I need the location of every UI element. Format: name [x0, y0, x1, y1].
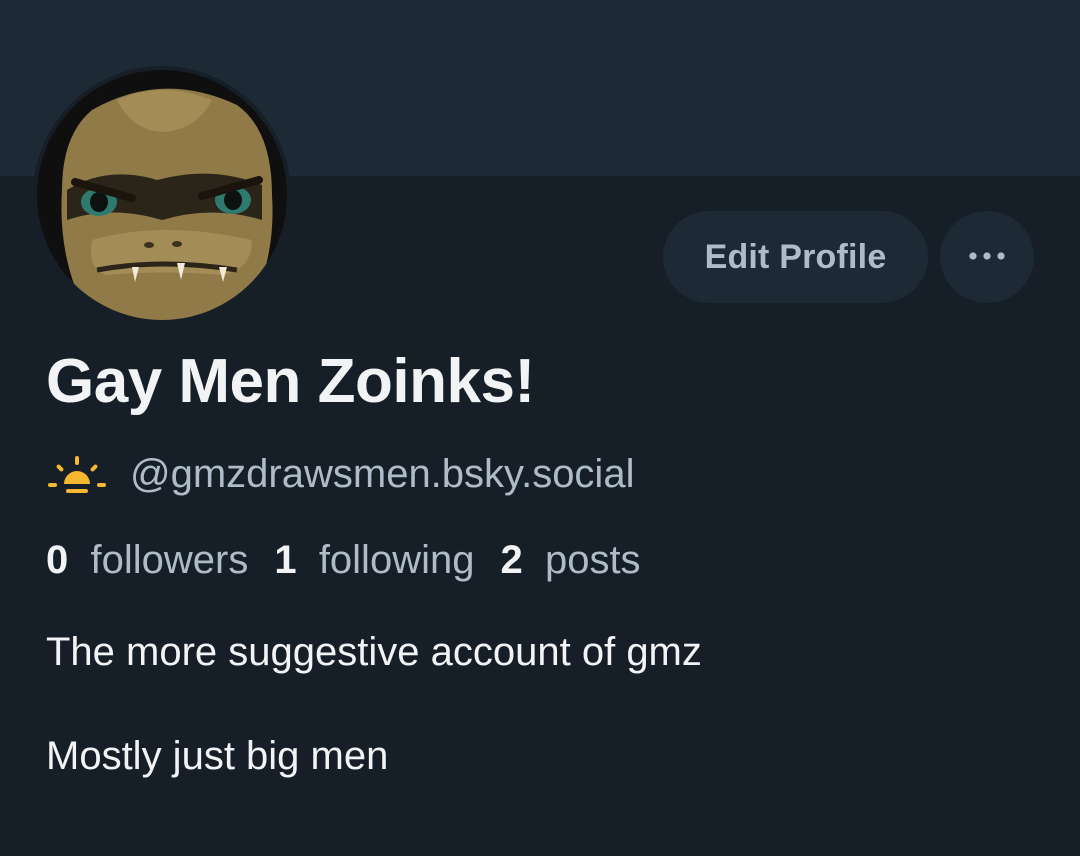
following-stat[interactable]: 1 following: [274, 538, 474, 583]
ellipsis-icon: [967, 248, 1007, 266]
avatar[interactable]: [33, 66, 291, 324]
edit-profile-button[interactable]: Edit Profile: [663, 211, 928, 303]
posts-label: posts: [544, 538, 641, 582]
posts-stat: 2 posts: [500, 538, 640, 583]
followers-label: followers: [90, 538, 249, 582]
following-label: following: [318, 538, 475, 582]
profile-stats: 0 followers 1 following 2 posts: [46, 538, 667, 583]
profile-handle[interactable]: @gmzdrawsmen.bsky.social: [130, 452, 634, 497]
display-name: Gay Men Zoinks!: [46, 347, 535, 416]
bio-line: The more suggestive account of gmz: [46, 630, 702, 674]
edit-profile-label: Edit Profile: [704, 237, 887, 276]
more-options-button[interactable]: [940, 211, 1034, 303]
followers-count: 0: [46, 538, 80, 582]
bio-line: Mostly just big men: [46, 734, 389, 778]
crocodile-avatar-image: [37, 70, 287, 320]
handle-row: @gmzdrawsmen.bsky.social: [48, 446, 634, 502]
following-count: 1: [274, 538, 308, 582]
followers-stat[interactable]: 0 followers: [46, 538, 248, 583]
posts-count: 2: [500, 538, 534, 582]
sunrise-icon: [48, 454, 106, 494]
